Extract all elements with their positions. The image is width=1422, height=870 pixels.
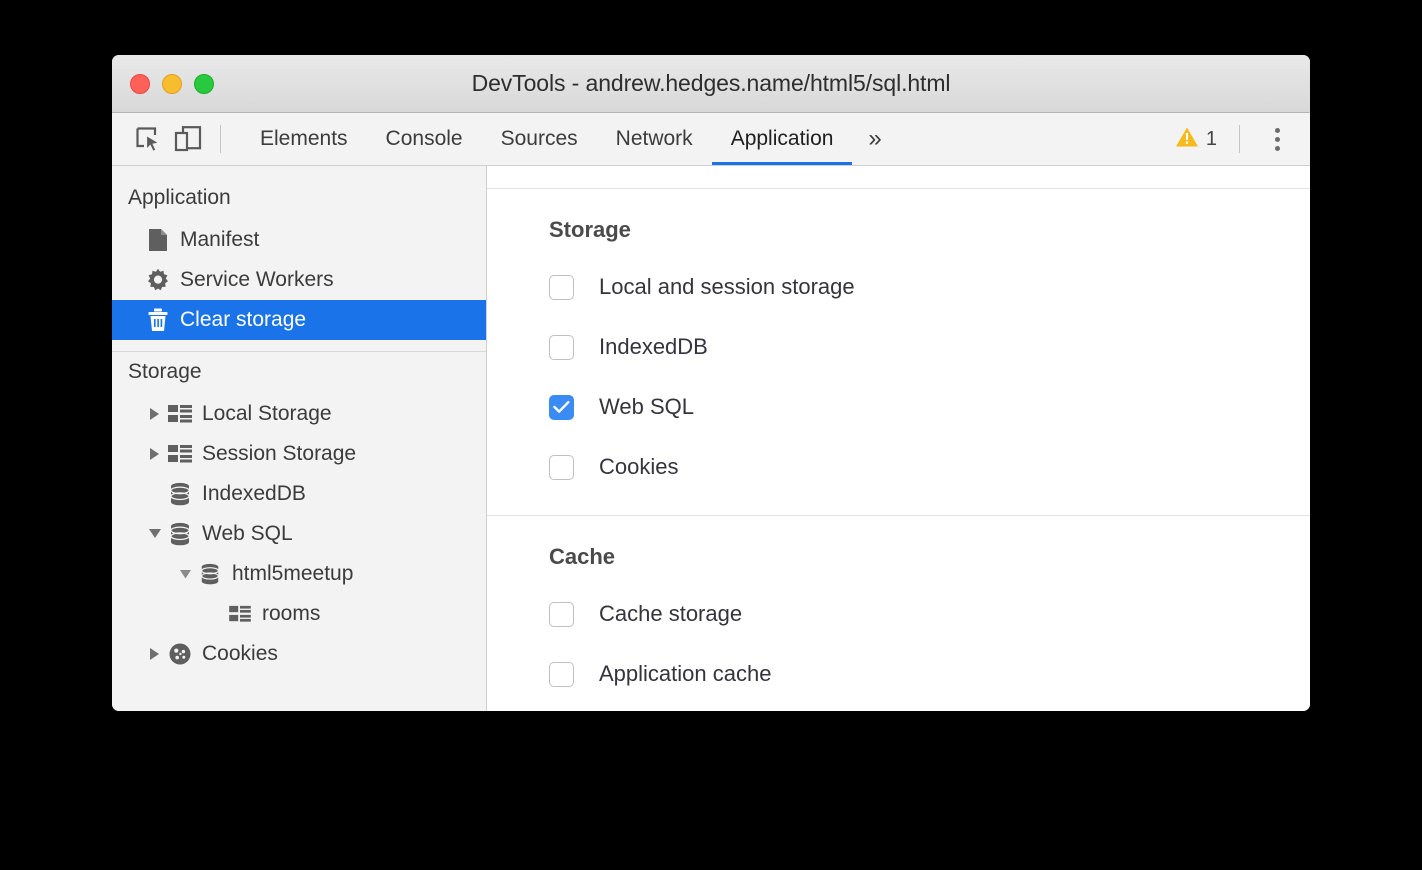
checkbox-row-indexeddb[interactable]: IndexedDB — [549, 325, 1310, 369]
chevron-right-icon[interactable] — [144, 447, 166, 461]
application-sidebar: Application Manifest Service — [112, 166, 487, 711]
sidebar-group-title-storage: Storage — [112, 352, 486, 394]
sidebar-item-manifest[interactable]: Manifest — [112, 220, 486, 260]
tab-console[interactable]: Console — [367, 113, 482, 165]
section-title-storage: Storage — [549, 217, 1310, 243]
panel-top-strip — [487, 166, 1310, 189]
maximize-window-button[interactable] — [194, 74, 214, 94]
sidebar-item-label: Manifest — [180, 228, 259, 252]
cache-section: Cache Cache storage Application cache — [487, 515, 1310, 711]
sidebar-item-label: Cookies — [202, 642, 278, 666]
clear-storage-panel: Storage Local and session storage Indexe… — [487, 166, 1310, 711]
warning-count: 1 — [1206, 128, 1217, 151]
sidebar-item-label: rooms — [262, 602, 320, 626]
chevron-right-icon[interactable] — [144, 407, 166, 421]
checkbox-label: Cache storage — [599, 601, 742, 627]
tab-elements[interactable]: Elements — [241, 113, 367, 165]
sidebar-item-label: Web SQL — [202, 522, 293, 546]
sidebar-item-label: Clear storage — [180, 308, 306, 332]
panel-tabs: Elements Console Sources Network Applica… — [241, 113, 898, 165]
sidebar-item-web-sql[interactable]: Web SQL — [112, 514, 486, 554]
checkbox-indexeddb[interactable] — [549, 335, 574, 360]
tab-sources[interactable]: Sources — [482, 113, 597, 165]
toolbar-divider — [220, 125, 221, 153]
window-titlebar: DevTools - andrew.hedges.name/html5/sql.… — [112, 55, 1310, 113]
sidebar-item-label: html5meetup — [232, 562, 353, 586]
sidebar-item-service-workers[interactable]: Service Workers — [112, 260, 486, 300]
checkbox-label: Application cache — [599, 661, 771, 687]
table-icon — [166, 444, 194, 464]
sidebar-item-label: IndexedDB — [202, 482, 306, 506]
trash-icon — [144, 308, 172, 332]
warning-indicator[interactable]: 1 — [1165, 126, 1227, 153]
manifest-document-icon — [144, 228, 172, 252]
sidebar-item-label: Service Workers — [180, 268, 334, 292]
checkbox-label: Cookies — [599, 454, 678, 480]
warning-triangle-icon — [1175, 126, 1199, 153]
checkbox-label: IndexedDB — [599, 334, 708, 360]
section-title-cache: Cache — [549, 544, 1310, 570]
checkbox-row-cache-storage[interactable]: Cache storage — [549, 592, 1310, 636]
devtools-toolbar: Elements Console Sources Network Applica… — [112, 113, 1310, 166]
sidebar-item-session-storage[interactable]: Session Storage — [112, 434, 486, 474]
close-window-button[interactable] — [130, 74, 150, 94]
sidebar-item-label: Session Storage — [202, 442, 356, 466]
sidebar-group-title-application: Application — [112, 178, 486, 220]
window-title: DevTools - andrew.hedges.name/html5/sql.… — [472, 70, 951, 97]
checkbox-local-and-session-storage[interactable] — [549, 275, 574, 300]
checkmark-icon — [553, 400, 570, 414]
devtools-body: Application Manifest Service — [112, 166, 1310, 711]
database-icon — [166, 522, 194, 546]
chevron-right-icon[interactable] — [144, 647, 166, 661]
chevron-down-icon[interactable] — [144, 528, 166, 540]
sidebar-item-cookies[interactable]: Cookies — [112, 634, 486, 674]
checkbox-row-local-and-session-storage[interactable]: Local and session storage — [549, 265, 1310, 309]
minimize-window-button[interactable] — [162, 74, 182, 94]
checkbox-label: Local and session storage — [599, 274, 855, 300]
checkbox-row-web-sql[interactable]: Web SQL — [549, 385, 1310, 429]
toolbar-right-controls: 1 — [1165, 113, 1310, 165]
sidebar-item-local-storage[interactable]: Local Storage — [112, 394, 486, 434]
table-icon — [226, 605, 254, 623]
toolbar-right-divider — [1239, 125, 1240, 153]
gear-icon — [144, 268, 172, 292]
devtools-window: DevTools - andrew.hedges.name/html5/sql.… — [112, 55, 1310, 711]
tab-network[interactable]: Network — [597, 113, 712, 165]
sidebar-item-indexeddb[interactable]: IndexedDB — [112, 474, 486, 514]
checkbox-cache-storage[interactable] — [549, 602, 574, 627]
checkbox-label: Web SQL — [599, 394, 694, 420]
kebab-menu-icon[interactable] — [1258, 120, 1296, 158]
device-toolbar-icon[interactable] — [168, 119, 208, 159]
sidebar-item-label: Local Storage — [202, 402, 332, 426]
sidebar-item-rooms[interactable]: rooms — [112, 594, 486, 634]
cookie-icon — [166, 642, 194, 666]
database-icon — [166, 482, 194, 506]
checkbox-application-cache[interactable] — [549, 662, 574, 687]
table-icon — [166, 404, 194, 424]
more-tabs-chevron-icon[interactable]: » — [852, 113, 897, 165]
sidebar-item-clear-storage[interactable]: Clear storage — [112, 300, 486, 340]
checkbox-web-sql[interactable] — [549, 395, 574, 420]
sidebar-item-html5meetup[interactable]: html5meetup — [112, 554, 486, 594]
checkbox-row-cookies[interactable]: Cookies — [549, 445, 1310, 489]
chevron-down-icon[interactable] — [174, 569, 196, 580]
checkbox-row-application-cache[interactable]: Application cache — [549, 652, 1310, 696]
inspect-element-icon[interactable] — [128, 119, 168, 159]
checkbox-cookies[interactable] — [549, 455, 574, 480]
storage-section: Storage Local and session storage Indexe… — [487, 189, 1310, 515]
tab-application[interactable]: Application — [712, 113, 853, 165]
traffic-light-buttons — [130, 74, 214, 94]
database-icon — [196, 563, 224, 585]
